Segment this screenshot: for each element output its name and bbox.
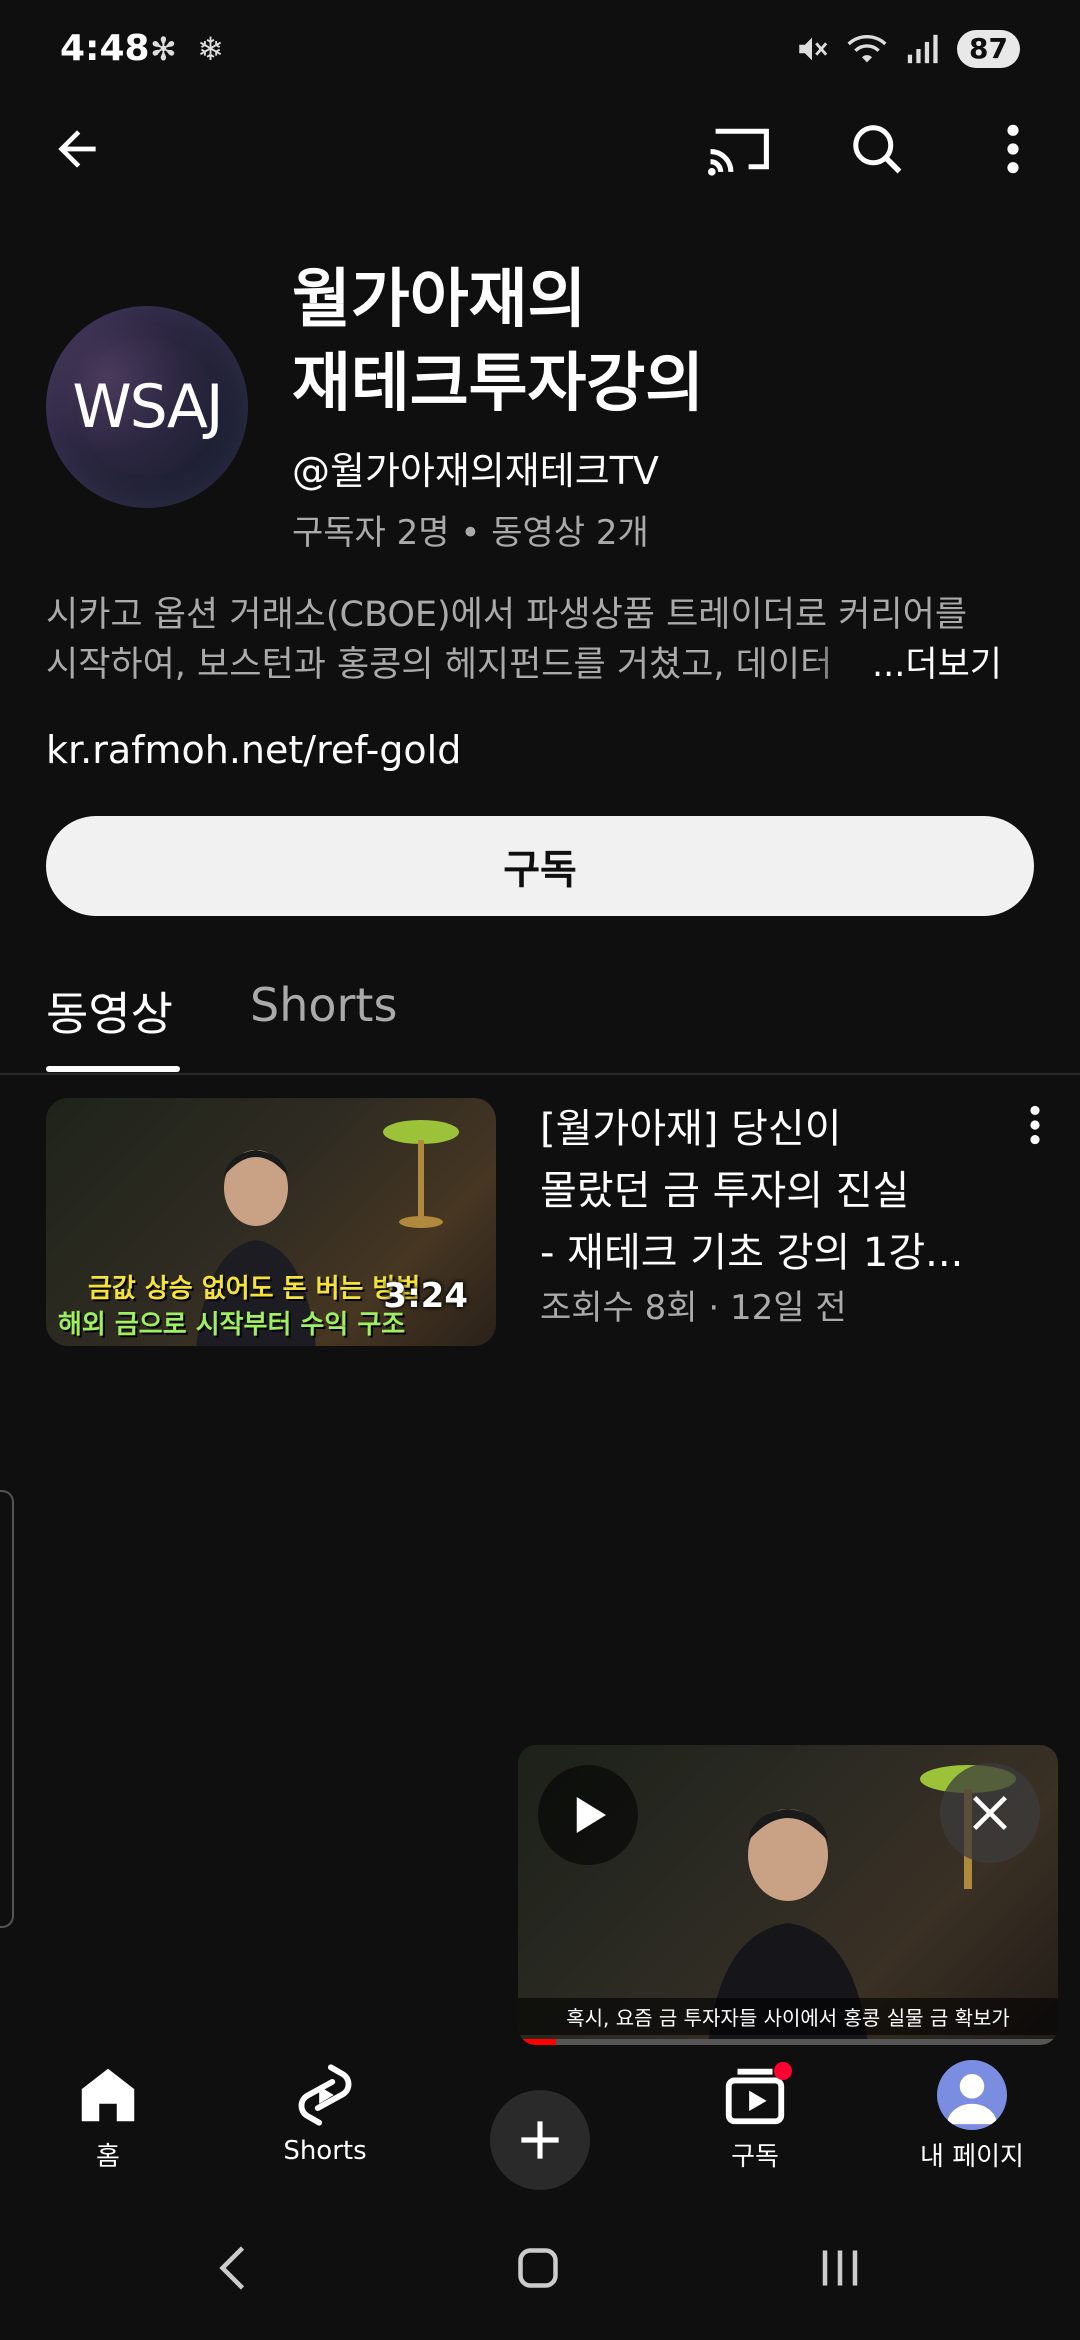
channel-link[interactable]: kr.rafmoh.net/ref-gold bbox=[46, 728, 461, 772]
back-arrow-icon bbox=[58, 130, 96, 168]
recents-icon bbox=[822, 2250, 858, 2286]
mini-player-progress-bar bbox=[518, 2039, 556, 2045]
profile-avatar bbox=[937, 2060, 1007, 2130]
snowflake-icon: ❄ bbox=[196, 30, 224, 68]
play-icon bbox=[576, 1797, 606, 1833]
video-meta: 조회수 8회 · 12일 전 bbox=[540, 1288, 847, 1328]
more-vert-icon bbox=[1007, 124, 1019, 174]
home-square-icon bbox=[518, 2248, 558, 2288]
create-button[interactable] bbox=[490, 2090, 590, 2190]
video-title[interactable]: [월가아재] 당신이 몰랐던 금 투자의 진실 - 재테크 기초 강의 1강..… bbox=[540, 1098, 1010, 1284]
more-options-button[interactable] bbox=[978, 114, 1048, 184]
back-button[interactable] bbox=[42, 114, 112, 184]
nav-subscriptions[interactable]: 구독 bbox=[665, 2060, 845, 2173]
video-duration: 3:24 bbox=[383, 1276, 468, 1316]
channel-description[interactable]: 시카고 옵션 거래소(CBOE)에서 파생상품 트레이더로 커리어를 시작하여,… bbox=[46, 590, 1036, 690]
status-time: 4:48 bbox=[60, 28, 150, 69]
video-title-line1: [월가아재] 당신이 bbox=[540, 1106, 842, 1152]
thumbnail-caption-2: 해외 금으로 시작부터 수익 구조 bbox=[58, 1310, 406, 1340]
system-home-button[interactable] bbox=[508, 2238, 568, 2302]
system-recents-button[interactable] bbox=[810, 2238, 870, 2302]
tab-videos[interactable]: 동영상 bbox=[46, 978, 173, 1044]
video-title-line2: 몰랐던 금 투자의 진실 bbox=[540, 1168, 910, 1214]
more-button[interactable]: ...더보기 bbox=[812, 640, 1002, 690]
edge-panel-handle[interactable] bbox=[0, 1490, 14, 1928]
thumbnail-caption-1: 금값 상승 없어도 돈 버는 방법 bbox=[88, 1274, 421, 1304]
subscribe-button[interactable]: 구독 bbox=[46, 816, 1034, 916]
cast-icon bbox=[708, 128, 769, 176]
search-button[interactable] bbox=[842, 114, 912, 184]
shorts-icon bbox=[298, 2064, 352, 2126]
cast-button[interactable] bbox=[706, 114, 776, 184]
channel-avatar[interactable]: WSAJ bbox=[46, 306, 248, 508]
status-left-icons: ✻ ❄ bbox=[150, 30, 224, 68]
plus-icon bbox=[521, 2121, 559, 2159]
signal-icon bbox=[907, 34, 938, 64]
tab-divider bbox=[0, 1073, 1080, 1075]
mini-player-close-button[interactable] bbox=[940, 1763, 1040, 1863]
nav-shorts[interactable]: Shorts bbox=[235, 2060, 415, 2166]
video-more-button[interactable] bbox=[1010, 1100, 1060, 1160]
battery-level: 87 bbox=[957, 30, 1020, 68]
mini-player-play-button[interactable] bbox=[538, 1765, 638, 1865]
fan-icon: ✻ bbox=[150, 30, 177, 68]
mini-player-caption: 혹시, 요즘 금 투자자들 사이에서 홍콩 실물 금 확보가 bbox=[518, 1998, 1058, 2035]
channel-name-line2: 재테크투자강의 bbox=[292, 347, 705, 421]
home-icon bbox=[81, 2068, 135, 2122]
tab-shorts[interactable]: Shorts bbox=[250, 978, 397, 1032]
bottom-navigation: 홈 Shorts 구독 내 페이지 bbox=[0, 2060, 1080, 2200]
nav-home[interactable]: 홈 bbox=[18, 2060, 198, 2173]
channel-name-line1: 월가아재의 bbox=[292, 263, 587, 337]
channel-handle: @월가아재의재테크TV bbox=[292, 449, 659, 493]
channel-stats: 구독자 2명 • 동영상 2개 bbox=[292, 513, 649, 553]
video-thumbnail[interactable]: 금값 상승 없어도 돈 버는 방법 해외 금으로 시작부터 수익 구조 3:24 bbox=[46, 1098, 496, 1346]
status-right-icons: 87 bbox=[795, 30, 1020, 68]
search-icon bbox=[853, 125, 902, 174]
notification-dot bbox=[774, 2062, 792, 2080]
person-icon bbox=[947, 2074, 997, 2125]
nav-shorts-label: Shorts bbox=[283, 2136, 367, 2166]
avatar-logo-text: WSAJ bbox=[72, 372, 223, 442]
nav-you[interactable]: 내 페이지 bbox=[882, 2060, 1062, 2173]
mini-player[interactable]: 혹시, 요즘 금 투자자들 사이에서 홍콩 실물 금 확보가 bbox=[518, 1745, 1058, 2045]
nav-home-label: 홈 bbox=[96, 2142, 120, 2172]
subscriptions-icon-wrap bbox=[720, 2060, 792, 2130]
mini-player-progress-track bbox=[518, 2039, 1058, 2045]
mute-icon bbox=[799, 37, 828, 61]
nav-you-label: 내 페이지 bbox=[920, 2142, 1024, 2172]
system-navigation-bar bbox=[0, 2220, 1080, 2320]
close-icon bbox=[973, 1796, 1007, 1830]
channel-name: 월가아재의 재테크투자강의 bbox=[292, 258, 1012, 426]
system-back-button[interactable] bbox=[205, 2238, 265, 2302]
lamp-graphic bbox=[383, 1120, 459, 1228]
active-tab-indicator bbox=[46, 1066, 180, 1072]
more-vert-icon bbox=[1030, 1105, 1040, 1145]
nav-subscriptions-label: 구독 bbox=[731, 2142, 779, 2172]
wifi-icon bbox=[847, 35, 887, 63]
video-title-line3: - 재테크 기초 강의 1강... bbox=[540, 1230, 964, 1276]
description-line1: 시카고 옵션 거래소(CBOE)에서 파생상품 트레이더로 커리어를 bbox=[46, 595, 968, 635]
chevron-left-icon bbox=[219, 2246, 245, 2290]
